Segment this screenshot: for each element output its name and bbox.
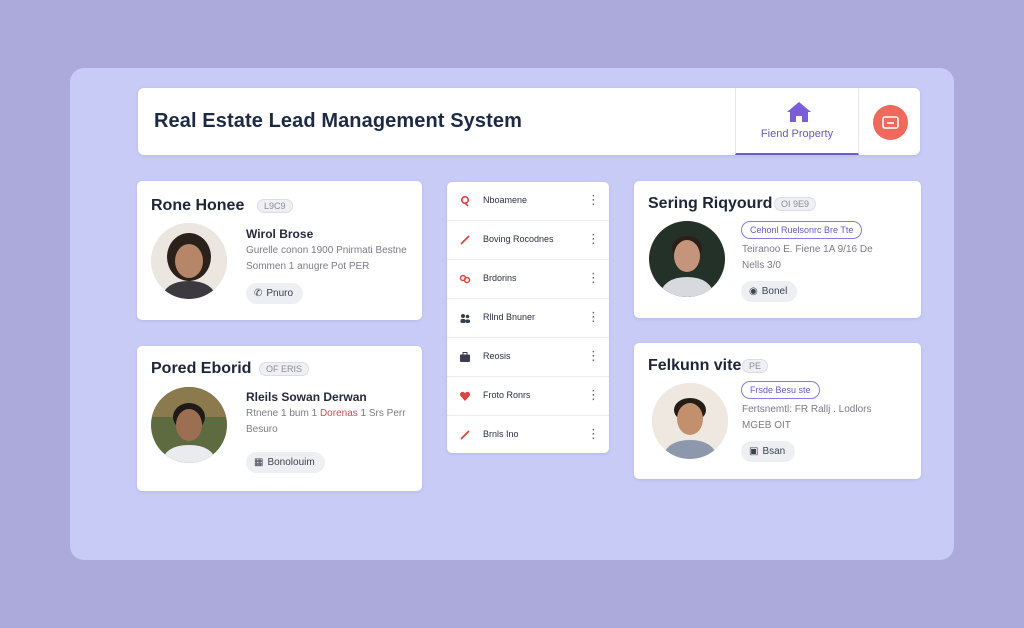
- tab-find-property[interactable]: Fiend Property: [735, 88, 859, 155]
- status-badge: Frsde Besu ste: [741, 381, 820, 399]
- lead-tag: L9C9: [257, 199, 293, 213]
- pencil-icon: [460, 430, 470, 440]
- lead-name: Sering Riqyourd: [648, 195, 773, 212]
- list-item[interactable]: Brnls Ino ⋮: [447, 416, 609, 455]
- lead-details: Gurelle conon 1900 Pnirmati Bestne Somme…: [246, 245, 407, 272]
- lead-name: Rone Honee: [151, 197, 245, 214]
- pin-icon: [460, 195, 470, 207]
- list-item-label: Brnls Ino: [483, 429, 519, 439]
- lead-tag: OI 9E9: [774, 197, 817, 211]
- lead-name: Felkunn vite: [648, 357, 742, 374]
- list-item[interactable]: Reosis ⋮: [447, 338, 609, 377]
- lead-details: Rtnene 1 bum 1 Dorenas 1 Srs Perr Besuro: [246, 408, 406, 435]
- status-badge: Cehonl Ruelsonrc Bre Tte: [741, 221, 863, 239]
- app-title: Real Estate Lead Management System: [154, 110, 522, 132]
- list-item[interactable]: Froto Ronrs ⋮: [447, 377, 609, 416]
- list-item[interactable]: Rllnd Bnuner ⋮: [447, 299, 609, 338]
- call-button[interactable]: ✆ Pnuro: [246, 283, 304, 304]
- more-icon[interactable]: ⋮: [587, 193, 600, 206]
- list-item-label: Brdorins: [483, 273, 517, 283]
- pencil-icon: [460, 235, 470, 245]
- people-icon: [460, 314, 470, 323]
- lead-tag: PE: [742, 359, 769, 373]
- more-icon[interactable]: ⋮: [587, 271, 600, 284]
- action-button[interactable]: [873, 105, 908, 140]
- ticket-icon: [882, 116, 899, 129]
- list-item-label: Rllnd Bnuner: [483, 312, 536, 322]
- lead-role: Rleils Sowan Derwan: [246, 390, 367, 404]
- more-icon[interactable]: ⋮: [587, 310, 600, 323]
- briefcase-icon: [460, 352, 470, 362]
- lead-card[interactable]: Pored Eborid OF ERIS Rleils Sowan Derwan…: [137, 346, 422, 491]
- list-item-label: Nboamene: [483, 195, 528, 205]
- phone-icon: ✆: [254, 288, 263, 299]
- tray-icon: ▣: [749, 446, 759, 457]
- app-header: Real Estate Lead Management System Fiend…: [138, 88, 920, 155]
- scan-button[interactable]: ▣ Bsan: [741, 441, 796, 462]
- lead-name: Pored Eborid: [151, 360, 252, 377]
- avatar: [151, 223, 227, 299]
- lead-details: Teiranoo E. Fiene 1A 9/16 De Nells 3/0: [742, 244, 873, 271]
- lead-card[interactable]: Rone Honee L9C9 Wirol Brose Gurelle cono…: [137, 181, 422, 320]
- lead-tag: OF ERIS: [259, 362, 310, 376]
- lead-details: Fertsnemtl: FR Rallj . Lodlors MGEB OIT: [742, 404, 872, 431]
- avatar: [649, 221, 725, 297]
- list-item[interactable]: Boving Rocodnes ⋮: [447, 221, 609, 260]
- list-item[interactable]: Brdorins ⋮: [447, 260, 609, 299]
- list-item-label: Froto Ronrs: [483, 390, 531, 400]
- list-item-label: Reosis: [483, 351, 511, 361]
- more-icon[interactable]: ⋮: [587, 427, 600, 440]
- list-item[interactable]: Nboamene ⋮: [447, 182, 609, 221]
- more-icon[interactable]: ⋮: [587, 232, 600, 245]
- more-icon[interactable]: ⋮: [587, 349, 600, 362]
- lead-role: Wirol Brose: [246, 227, 314, 241]
- tab-label: Fiend Property: [760, 128, 834, 140]
- car-icon: ◉: [749, 286, 758, 297]
- lead-card[interactable]: Felkunn vite PE Frsde Besu ste Fertsnemt…: [634, 343, 921, 479]
- more-icon[interactable]: ⋮: [587, 388, 600, 401]
- heart-icon: [459, 391, 471, 401]
- house-icon: [787, 102, 811, 122]
- avatar: [652, 383, 728, 459]
- grid-icon: ▦: [254, 457, 264, 468]
- lead-card[interactable]: Sering Riqyourd OI 9E9 Cehonl Ruelsonrc …: [634, 181, 921, 318]
- avatar: [151, 387, 227, 463]
- action-list: Nboamene ⋮ Boving Rocodnes ⋮ Brdorins ⋮ …: [447, 182, 609, 453]
- drive-button[interactable]: ◉ Bonel: [741, 281, 798, 302]
- link-icon: [459, 274, 471, 284]
- schedule-button[interactable]: ▦ Bonolouim: [246, 452, 325, 473]
- list-item-label: Boving Rocodnes: [483, 234, 554, 244]
